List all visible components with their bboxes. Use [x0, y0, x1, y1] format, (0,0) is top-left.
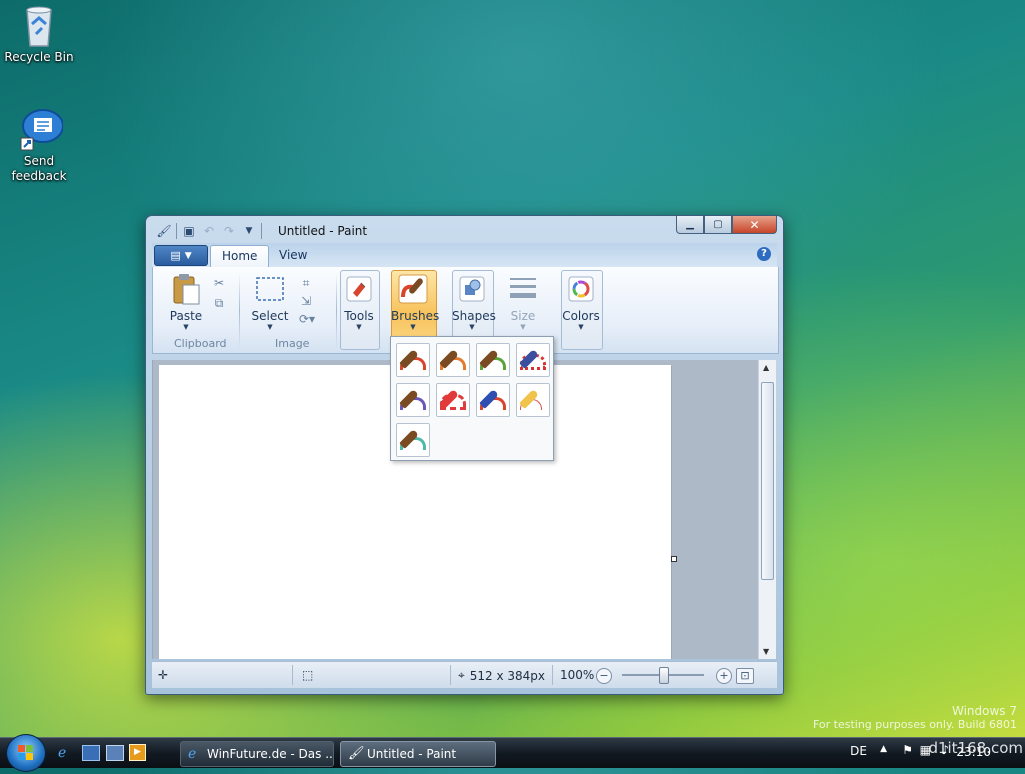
image-size: ⌖ 512 x 384px — [458, 668, 546, 683]
chevron-down-icon: ▼ — [578, 323, 584, 331]
customize-dropdown-icon[interactable]: ▼ — [241, 223, 257, 239]
brushes-button[interactable]: Brushes ▼ — [391, 273, 439, 331]
internet-explorer-icon: ℯ — [188, 746, 197, 762]
maximize-button[interactable]: ▢ — [704, 216, 732, 234]
airbrush-option[interactable] — [516, 343, 550, 377]
minimize-button[interactable]: ▁ — [676, 216, 704, 234]
cut-icon[interactable]: ✂ — [211, 275, 227, 291]
desktop-icon-label: Send feedback — [11, 154, 67, 183]
color-wheel-icon — [565, 273, 597, 305]
help-button[interactable]: ? — [757, 247, 771, 261]
scroll-down-arrow-icon[interactable]: ▼ — [763, 647, 769, 656]
redo-icon[interactable]: ↷ — [221, 223, 237, 239]
calligraphy-brush-2-option[interactable] — [476, 343, 510, 377]
undo-icon[interactable]: ↶ — [201, 223, 217, 239]
size-button[interactable]: Size ▼ — [505, 273, 541, 331]
windows-logo-icon — [18, 745, 33, 760]
select-button[interactable]: Select ▼ — [251, 273, 289, 331]
desktop-icon-label: Recycle Bin — [4, 50, 74, 64]
rotate-icon[interactable]: ⟳▾ — [296, 311, 318, 327]
zoom-out-button[interactable]: − — [596, 668, 612, 684]
taskbar: ℯ ▶ ℯ WinFuture.de - Das ... 🖌 Untitled … — [0, 734, 1025, 772]
colors-button[interactable]: Colors ▼ — [561, 273, 601, 331]
chevron-down-icon: ▼ — [410, 323, 416, 331]
watercolor-brush-option[interactable] — [396, 423, 430, 457]
scroll-thumb[interactable] — [761, 382, 774, 580]
tools-button[interactable]: Tools ▼ — [340, 273, 378, 331]
recycle-bin-icon — [19, 4, 59, 48]
image-size-icon: ⌖ — [458, 668, 465, 682]
group-label-image: Image — [275, 337, 310, 350]
shapes-button[interactable]: Shapes ▼ — [452, 273, 496, 331]
select-icon — [254, 273, 286, 305]
chevron-down-icon: ▼ — [267, 323, 273, 331]
zoom-level: 100% — [560, 668, 595, 682]
paste-icon — [170, 273, 202, 305]
site-watermark: d1it168.com — [928, 739, 1023, 757]
internet-explorer-icon[interactable]: ℯ — [58, 745, 74, 761]
vertical-scrollbar[interactable]: ▲ ▼ — [758, 360, 776, 659]
close-button[interactable]: ✕ — [732, 216, 777, 234]
chevron-down-icon: ▼ — [469, 323, 475, 331]
show-hidden-icons-icon[interactable]: ▲ — [880, 744, 887, 754]
fit-to-window-button[interactable]: ⊡ — [736, 668, 754, 684]
tab-home[interactable]: Home — [210, 245, 270, 268]
menu-icon: ▤ — [170, 249, 181, 262]
resize-icon[interactable]: ⇲ — [298, 293, 314, 309]
media-player-icon[interactable]: ▶ — [129, 744, 146, 761]
brushes-dropdown — [390, 336, 554, 461]
desktop-icon-send-feedback[interactable]: Send feedback — [1, 108, 77, 184]
cursor-position-icon: ✛ — [158, 668, 169, 682]
chevron-down-icon: ▼ — [183, 323, 189, 331]
paint-app-icon: 🖌 — [348, 746, 365, 761]
copy-icon[interactable]: ⧉ — [211, 295, 227, 311]
language-indicator[interactable]: DE — [850, 744, 867, 758]
crayon-option[interactable] — [436, 383, 470, 417]
line-size-icon — [507, 273, 539, 305]
switch-windows-icon[interactable] — [106, 745, 124, 761]
scroll-up-arrow-icon[interactable]: ▲ — [763, 363, 769, 372]
title-bar[interactable]: 🖌 ▣ ↶ ↷ ▼ Untitled - Paint ▁ ▢ ✕ — [146, 216, 783, 244]
marker-option[interactable] — [476, 383, 510, 417]
crop-icon[interactable]: ⌗ — [298, 275, 314, 291]
shapes-icon — [456, 273, 488, 305]
taskbar-button-paint[interactable]: 🖌 Untitled - Paint — [340, 741, 496, 767]
ribbon-tabs: ▤ ▼ Home View ? — [152, 243, 777, 268]
windows-watermark: Windows 7 For testing purposes only. Bui… — [812, 704, 1017, 731]
canvas-resize-handle[interactable] — [671, 556, 677, 562]
start-button[interactable] — [6, 734, 46, 772]
caption-buttons: ▁ ▢ ✕ — [676, 216, 777, 234]
chevron-down-icon: ▼ — [520, 323, 526, 331]
tools-icon — [343, 273, 375, 305]
brush-option[interactable] — [396, 343, 430, 377]
save-icon[interactable]: ▣ — [181, 223, 197, 239]
window-title: Untitled - Paint — [278, 224, 368, 238]
desktop-icon-recycle-bin[interactable]: Recycle Bin — [1, 4, 77, 65]
group-label-clipboard: Clipboard — [174, 337, 227, 350]
chevron-down-icon: ▼ — [356, 323, 362, 331]
zoom-slider-thumb[interactable] — [659, 667, 669, 684]
brush-icon — [397, 273, 429, 305]
zoom-in-button[interactable]: + — [716, 668, 732, 684]
feedback-icon — [19, 108, 64, 152]
paint-app-icon[interactable]: 🖌 — [156, 223, 172, 239]
natural-pencil-option[interactable] — [516, 383, 550, 417]
tab-view[interactable]: View — [268, 245, 318, 267]
action-center-icon[interactable]: ⚑ — [902, 743, 913, 757]
calligraphy-brush-1-option[interactable] — [436, 343, 470, 377]
chevron-down-icon: ▼ — [184, 250, 192, 261]
oil-brush-option[interactable] — [396, 383, 430, 417]
quick-access-toolbar: 🖌 ▣ ↶ ↷ ▼ — [156, 222, 262, 240]
selection-size-icon: ⬚ — [302, 668, 314, 682]
paint-menu-button[interactable]: ▤ ▼ — [154, 245, 208, 266]
taskbar-button-winfuture[interactable]: ℯ WinFuture.de - Das ... — [180, 741, 334, 767]
status-bar: ✛ ⬚ ⌖ 512 x 384px 100% − + ⊡ — [152, 661, 777, 688]
show-desktop-icon[interactable] — [82, 745, 100, 761]
paste-button[interactable]: Paste ▼ — [167, 273, 205, 331]
